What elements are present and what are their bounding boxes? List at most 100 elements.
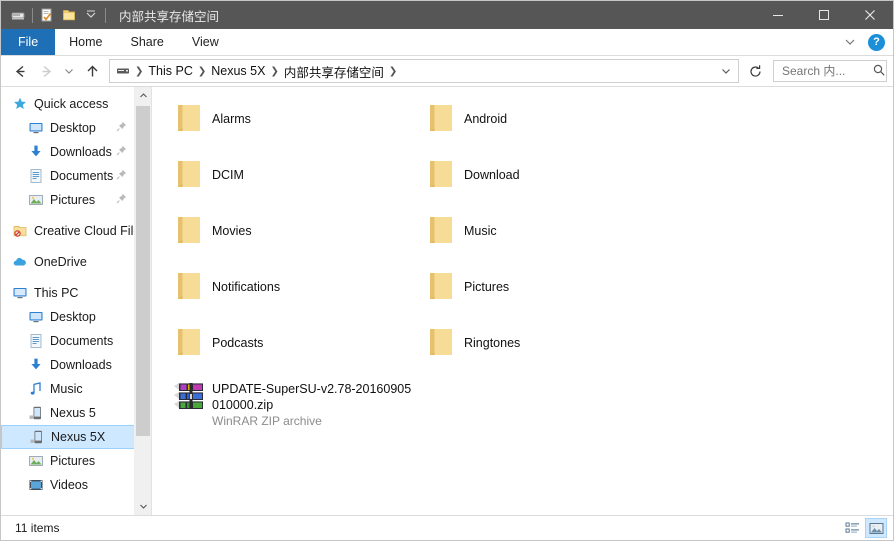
sidebar-item-quick-access[interactable]: Quick access [1,92,135,116]
breadcrumb-item-this-pc[interactable]: This PC [144,64,196,78]
sidebar-label: Nexus 5X [51,430,106,444]
recent-locations-chevron-icon[interactable] [59,59,79,83]
breadcrumb[interactable]: ❯ This PC ❯ Nexus 5X ❯ 内部共享存储空间 ❯ [109,59,739,83]
up-button[interactable] [79,59,105,83]
list-item[interactable]: Android [414,95,666,151]
search-box[interactable] [773,60,887,82]
close-button[interactable] [847,1,893,29]
tab-share[interactable]: Share [117,29,178,55]
navigation-scrollbar[interactable] [134,87,151,515]
pictures-icon [27,192,45,208]
large-icons-view-button[interactable] [865,518,887,538]
folder-icon [166,211,212,247]
maximize-button[interactable] [801,1,847,29]
documents-icon [27,168,45,184]
forward-button [33,59,59,83]
list-item[interactable]: Ringtones [414,319,666,375]
file-grid: Alarms Android DCIM Download Movies Musi… [152,87,893,441]
scrollbar-thumb[interactable] [136,106,150,436]
sidebar-item-creative-cloud-files[interactable]: Creative Cloud Files [1,219,135,243]
search-icon[interactable] [872,63,886,80]
status-bar: 11 items [1,515,893,540]
explorer-body: Quick access Desktop Downloads Documents… [1,86,893,515]
back-button[interactable] [7,59,33,83]
item-name: Pictures [464,280,510,294]
file-list-pane[interactable]: Alarms Android DCIM Download Movies Musi… [152,87,893,515]
sidebar-item-downloads[interactable]: Downloads [1,353,135,377]
creative-cloud-icon [11,223,29,239]
item-name-block: UPDATE-SuperSU-v2.78-20160905010000.zip … [212,379,414,429]
sidebar-item-this-pc[interactable]: This PC [1,281,135,305]
breadcrumb-separator[interactable]: ❯ [134,66,144,77]
scroll-up-arrow-icon[interactable] [135,87,151,104]
list-item[interactable]: DCIM [162,151,414,207]
pin-icon[interactable] [116,121,127,135]
item-name: Podcasts [212,336,264,350]
tab-home[interactable]: Home [55,29,116,55]
pin-icon[interactable] [116,169,127,183]
item-name: Notifications [212,280,281,294]
list-item[interactable]: Notifications [162,263,414,319]
quick-access-toolbar [1,4,109,26]
pin-icon[interactable] [116,193,127,207]
list-item[interactable]: Download [414,151,666,207]
expand-ribbon-chevron-icon[interactable] [842,34,858,50]
customize-qat-chevron-icon[interactable] [80,4,102,26]
refresh-button[interactable] [743,59,767,83]
sidebar-label: Pictures [50,193,96,207]
sidebar-item-downloads-qa[interactable]: Downloads [1,140,135,164]
sidebar-item-pictures[interactable]: Pictures [1,449,135,473]
scroll-down-arrow-icon[interactable] [135,498,151,515]
sidebar-label: Desktop [50,310,96,324]
tab-file[interactable]: File [1,29,56,55]
list-item[interactable]: UPDATE-SuperSU-v2.78-20160905010000.zip … [162,375,414,441]
search-input[interactable] [780,63,872,79]
sidebar-label: This PC [34,286,79,300]
list-item[interactable]: Music [414,207,666,263]
sidebar-item-documents[interactable]: Documents [1,329,135,353]
list-item[interactable]: Pictures [414,263,666,319]
qat-separator-2 [105,7,106,23]
list-item[interactable]: Alarms [162,95,414,151]
sidebar-item-nexus-5[interactable]: Nexus 5 [1,401,135,425]
sidebar-item-pictures-qa[interactable]: Pictures [1,188,135,212]
details-view-button[interactable] [842,519,862,537]
breadcrumb-separator[interactable]: ❯ [388,66,398,77]
pictures-icon [27,453,45,469]
breadcrumb-item-nexus-5x[interactable]: Nexus 5X [207,64,269,78]
list-item[interactable]: Podcasts [162,319,414,375]
help-icon[interactable]: ? [868,33,885,51]
sidebar-item-documents-qa[interactable]: Documents [1,164,135,188]
breadcrumb-item-internal-storage[interactable]: 内部共享存储空间 [280,62,388,81]
properties-icon[interactable] [36,4,58,26]
sidebar-label: Quick access [34,97,109,111]
breadcrumb-separator[interactable]: ❯ [197,66,207,77]
folder-icon [166,323,212,359]
sidebar-item-desktop[interactable]: Desktop [1,305,135,329]
folder-icon [418,211,464,247]
desktop-icon [27,309,45,325]
sidebar-item-nexus-5x[interactable]: Nexus 5X [1,425,135,449]
scrollbar-track[interactable] [135,104,151,498]
sidebar-item-music[interactable]: Music [1,377,135,401]
tab-view[interactable]: View [178,29,233,55]
sidebar-label: Creative Cloud Files [34,224,135,238]
minimize-button[interactable] [755,1,801,29]
sidebar-label: Desktop [50,121,96,135]
sidebar-item-videos[interactable]: Videos [1,473,135,497]
explorer-system-icon[interactable] [7,4,29,26]
item-name: Alarms [212,112,251,126]
breadcrumb-separator[interactable]: ❯ [269,66,279,77]
this-pc-icon [11,285,29,301]
videos-icon [27,477,45,493]
new-folder-icon[interactable] [58,4,80,26]
pin-icon[interactable] [116,145,127,159]
breadcrumb-dropdown-icon[interactable] [716,65,736,77]
sidebar-item-desktop-qa[interactable]: Desktop [1,116,135,140]
sidebar-item-onedrive[interactable]: OneDrive [1,250,135,274]
list-item[interactable]: Movies [162,207,414,263]
ribbon-tab-bar: File Home Share View ? [1,29,893,56]
sidebar-label: Nexus 5 [50,406,96,420]
